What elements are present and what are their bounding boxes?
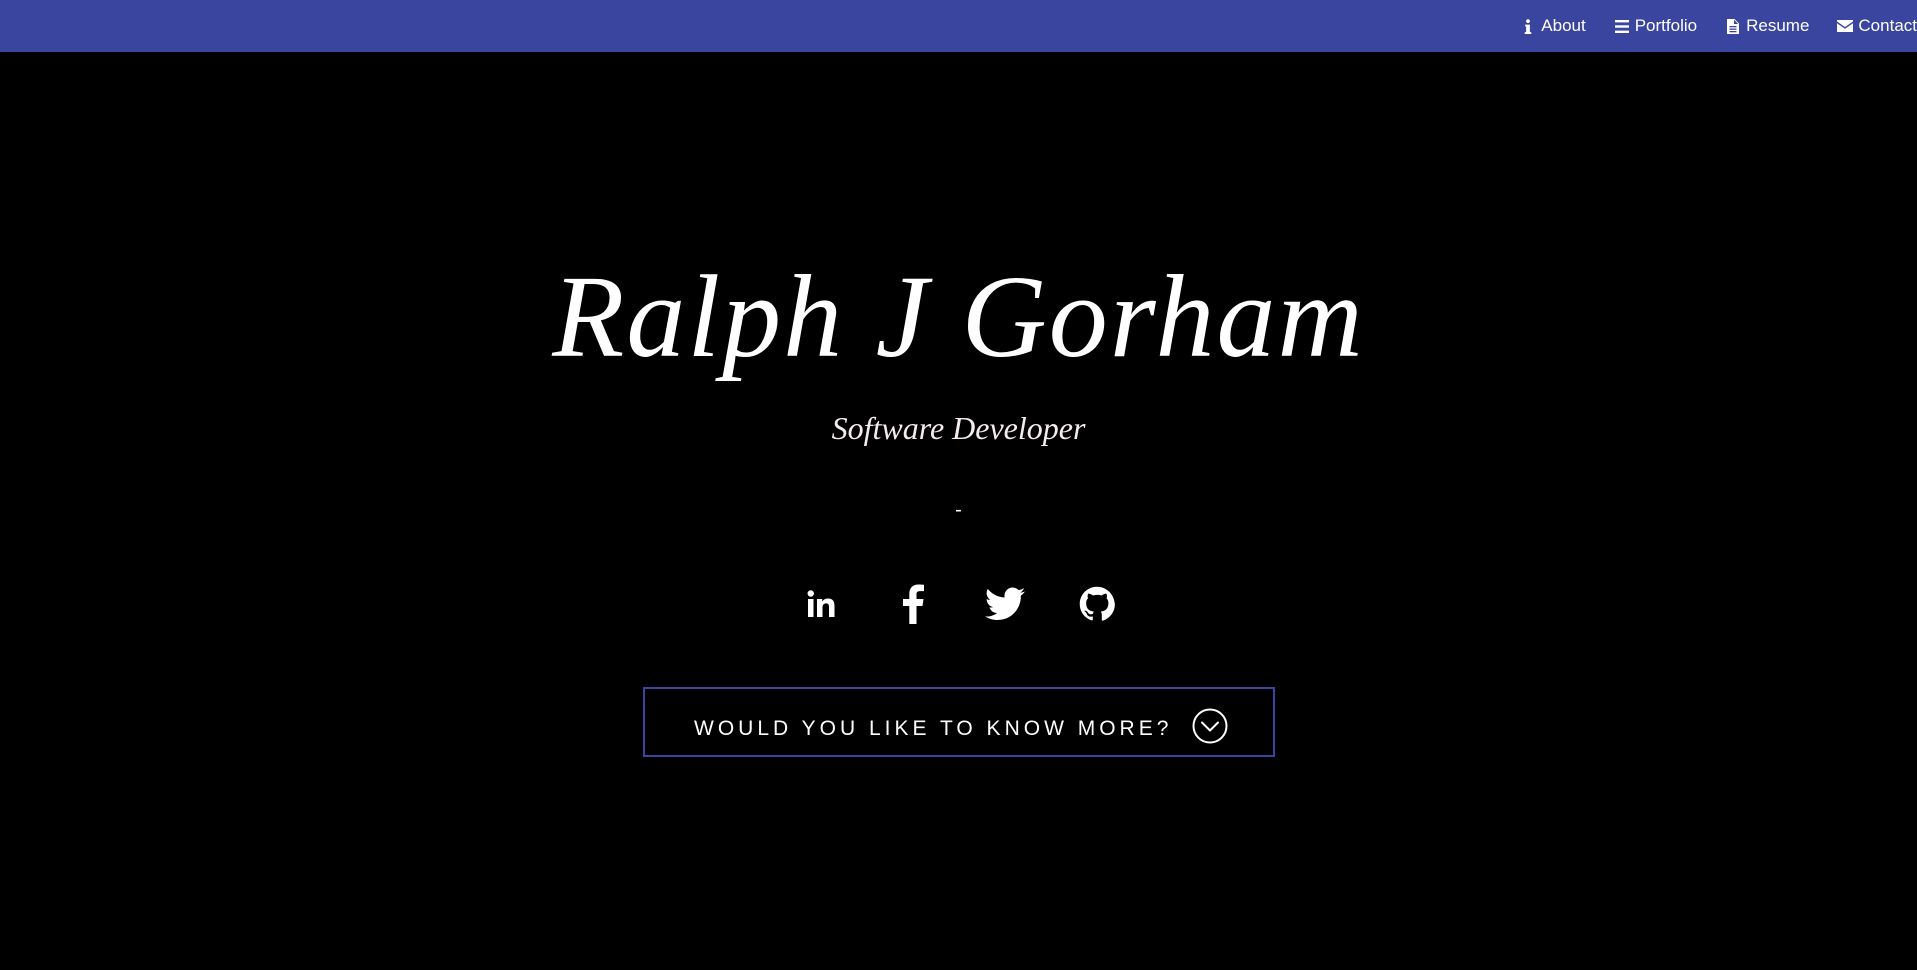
envelope-icon <box>1837 18 1854 34</box>
know-more-button[interactable]: WOULD YOU LIKE TO KNOW MORE? <box>643 687 1275 757</box>
hero-subtitle: Software Developer <box>831 410 1086 446</box>
github-icon <box>1079 586 1115 621</box>
nav-about-link[interactable]: About <box>1520 16 1586 36</box>
nav-resume-label: Resume <box>1746 16 1810 35</box>
github-link[interactable] <box>1077 582 1117 626</box>
top-navbar: About Portfolio Resume Contact <box>0 0 1917 52</box>
hero-section: Ralph J Gorham Software Developer - WOUL… <box>0 52 1917 970</box>
nav-contact-link[interactable]: Contact <box>1837 16 1917 36</box>
hero-divider: - <box>955 499 962 521</box>
info-icon <box>1520 18 1536 34</box>
nav-portfolio-label: Portfolio <box>1634 16 1698 35</box>
linkedin-link[interactable] <box>801 582 841 626</box>
know-more-label: WOULD YOU LIKE TO KNOW MORE? <box>694 717 1173 740</box>
twitter-icon <box>984 587 1025 620</box>
nav-portfolio-link[interactable]: Portfolio <box>1614 16 1697 36</box>
bars-icon <box>1614 18 1630 34</box>
nav-resume-link[interactable]: Resume <box>1725 16 1809 36</box>
hero-name: Ralph J Gorham <box>552 251 1365 382</box>
facebook-link[interactable] <box>893 582 933 626</box>
twitter-link[interactable] <box>984 582 1025 626</box>
chevron-down-circle-icon <box>1192 708 1228 744</box>
nav-contact-label: Contact <box>1858 16 1917 35</box>
linkedin-icon <box>807 590 834 617</box>
nav-about-label: About <box>1541 16 1586 35</box>
social-links <box>0 582 1917 626</box>
document-icon <box>1725 18 1741 34</box>
facebook-icon <box>902 584 924 624</box>
